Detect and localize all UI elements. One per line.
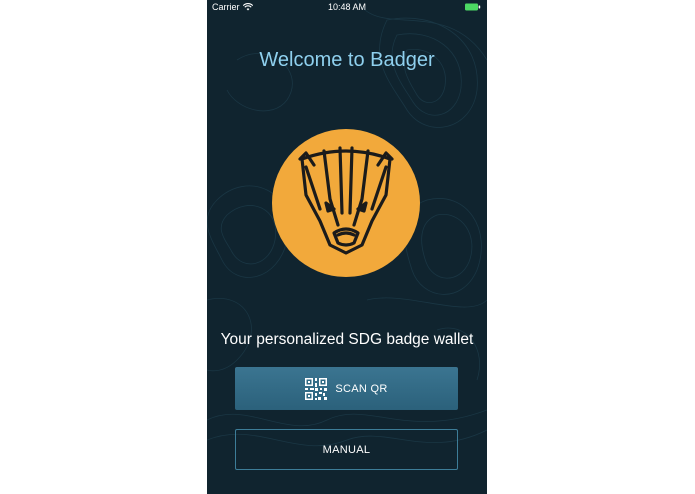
- badger-logo-icon: [272, 129, 420, 277]
- app-screen: Carrier 10:48 AM Welcome to Badger Your …: [207, 0, 487, 494]
- qr-code-icon: [305, 377, 328, 400]
- manual-label: MANUAL: [322, 443, 371, 456]
- scan-qr-label: SCAN QR: [335, 382, 388, 395]
- welcome-title: Welcome to Badger: [259, 49, 435, 71]
- scan-qr-button[interactable]: SCAN QR: [235, 367, 458, 410]
- manual-button[interactable]: MANUAL: [235, 429, 458, 470]
- battery-icon: [465, 3, 481, 11]
- status-time: 10:48 AM: [327, 2, 367, 12]
- status-bar: Carrier 10:48 AM: [207, 0, 487, 14]
- tagline: Your personalized SDG badge wallet: [220, 331, 474, 348]
